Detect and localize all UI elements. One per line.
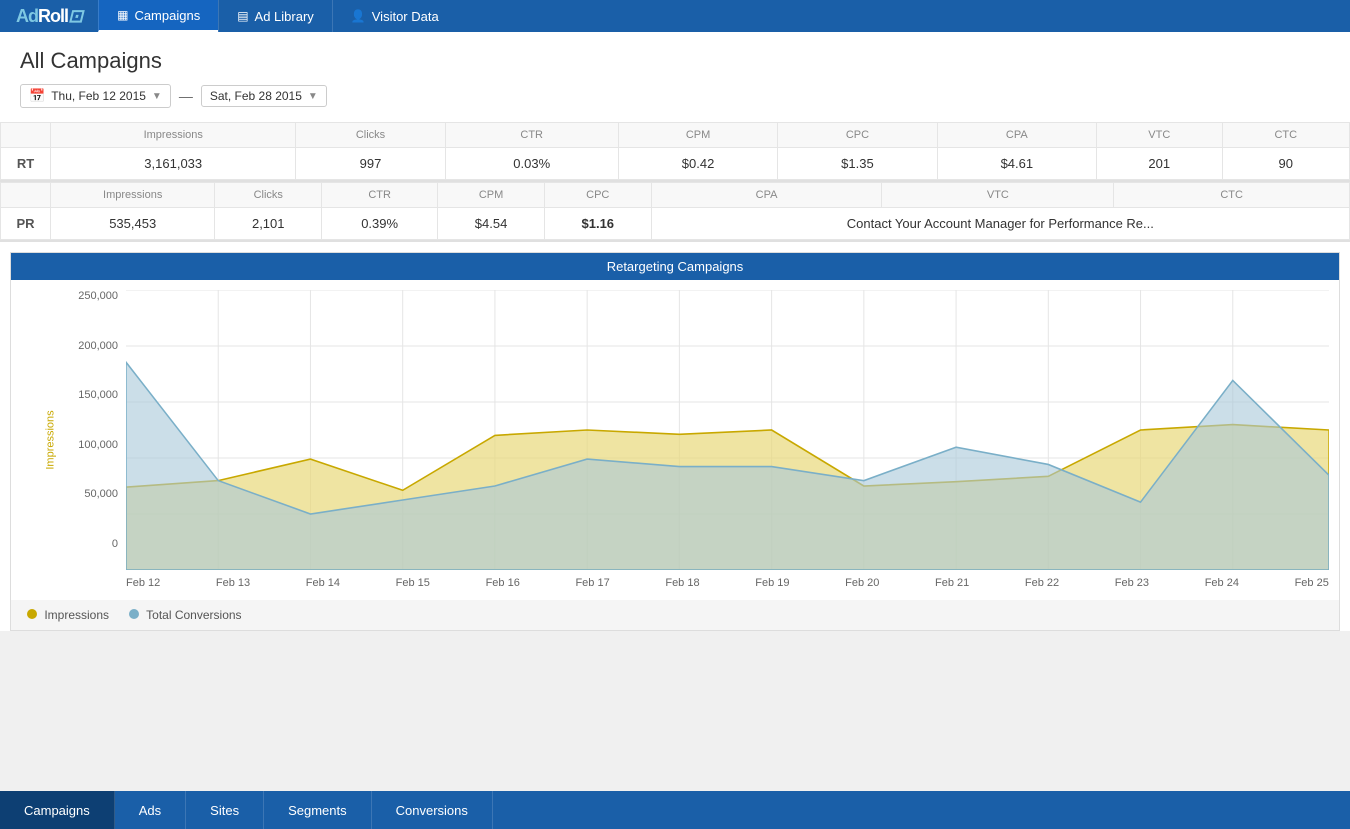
impressions-legend-dot	[27, 609, 37, 619]
rt-vtc: 201	[1097, 148, 1222, 180]
th-ctc-rt: CTC	[1222, 123, 1350, 148]
th-ctr-pr: CTR	[322, 183, 438, 208]
rt-data-row: RT 3,161,033 997 0.03% $0.42 $1.35 $4.61…	[1, 148, 1350, 180]
chart-legend: Impressions Total Conversions	[11, 600, 1339, 630]
logo: AdRoll⊡	[0, 0, 98, 32]
pr-label: PR	[1, 208, 51, 240]
pr-table: Impressions Clicks CTR CPM CPC CPA VTC C…	[0, 182, 1350, 240]
th-cpm-pr: CPM	[438, 183, 545, 208]
rt-ctc: 90	[1222, 148, 1350, 180]
y-tick-50k: 50,000	[84, 488, 118, 500]
visitor-data-icon: 👤	[351, 9, 366, 23]
th-ctr-rt: CTR	[445, 123, 618, 148]
nav-visitor-data[interactable]: 👤 Visitor Data	[332, 0, 457, 32]
rt-impressions: 3,161,033	[51, 148, 296, 180]
rt-table-section: Impressions Clicks CTR CPM CPC CPA VTC C…	[0, 122, 1350, 182]
x-label-feb21: Feb 21	[935, 577, 969, 589]
x-label-feb14: Feb 14	[306, 577, 340, 589]
pr-cpm: $4.54	[438, 208, 545, 240]
y-tick-250k: 250,000	[78, 290, 118, 302]
th-empty-rt	[1, 123, 51, 148]
th-vtc-pr: VTC	[882, 183, 1114, 208]
th-cpa-rt: CPA	[937, 123, 1096, 148]
th-cpm-rt: CPM	[618, 123, 777, 148]
th-cpa-pr: CPA	[651, 183, 882, 208]
y-tick-100k: 100,000	[78, 439, 118, 451]
x-label-feb16: Feb 16	[486, 577, 520, 589]
th-vtc-rt: VTC	[1097, 123, 1222, 148]
bottom-tabs: Campaigns Ads Sites Segments Conversions	[0, 791, 1350, 829]
th-clicks-pr: Clicks	[215, 183, 322, 208]
dropdown-arrow: ▼	[152, 91, 162, 102]
bottom-tab-segments[interactable]: Segments	[264, 791, 372, 829]
date-end-picker[interactable]: Sat, Feb 28 2015 ▼	[201, 85, 327, 107]
ad-library-icon: ▤	[237, 9, 248, 23]
chart-x-labels: Feb 12 Feb 13 Feb 14 Feb 15 Feb 16 Feb 1…	[126, 573, 1329, 593]
x-label-feb20: Feb 20	[845, 577, 879, 589]
y-tick-0: 0	[112, 538, 118, 550]
calendar-icon: 📅	[29, 88, 45, 104]
chart-y-label: Impressions	[45, 410, 57, 469]
x-label-feb23: Feb 23	[1115, 577, 1149, 589]
th-clicks-rt: Clicks	[296, 123, 445, 148]
page-title: All Campaigns	[20, 48, 1330, 74]
y-tick-200k: 200,000	[78, 340, 118, 352]
x-label-feb17: Feb 17	[575, 577, 609, 589]
date-start-picker[interactable]: 📅 Thu, Feb 12 2015 ▼	[20, 84, 171, 108]
chart-area: Impressions 250,000 200,000 150,000 100,…	[11, 280, 1339, 600]
rt-cpa: $4.61	[937, 148, 1096, 180]
chart-section: Retargeting Campaigns Impressions 250,00…	[10, 252, 1340, 631]
rt-ctr: 0.03%	[445, 148, 618, 180]
rt-label: RT	[1, 148, 51, 180]
x-label-feb12: Feb 12	[126, 577, 160, 589]
rt-cpc: $1.35	[778, 148, 937, 180]
bottom-tab-campaigns[interactable]: Campaigns	[0, 791, 115, 829]
x-label-feb22: Feb 22	[1025, 577, 1059, 589]
x-label-feb25: Feb 25	[1295, 577, 1329, 589]
pr-table-section: Impressions Clicks CTR CPM CPC CPA VTC C…	[0, 182, 1350, 242]
th-impressions-pr: Impressions	[51, 183, 215, 208]
x-label-feb18: Feb 18	[665, 577, 699, 589]
top-navigation: AdRoll⊡ ▦ Campaigns ▤ Ad Library 👤 Visit…	[0, 0, 1350, 32]
y-tick-150k: 150,000	[78, 389, 118, 401]
conversions-legend-dot	[129, 609, 139, 619]
impressions-legend: Impressions	[27, 608, 109, 622]
rt-clicks: 997	[296, 148, 445, 180]
chart-svg	[126, 290, 1329, 570]
nav-ad-library[interactable]: ▤ Ad Library	[218, 0, 332, 32]
rt-table: Impressions Clicks CTR CPM CPC CPA VTC C…	[0, 122, 1350, 180]
bottom-tab-conversions[interactable]: Conversions	[372, 791, 493, 829]
x-label-feb15: Feb 15	[396, 577, 430, 589]
rt-cpm: $0.42	[618, 148, 777, 180]
date-range: 📅 Thu, Feb 12 2015 ▼ — Sat, Feb 28 2015 …	[20, 84, 1330, 108]
pr-data-row: PR 535,453 2,101 0.39% $4.54 $1.16 Conta…	[1, 208, 1350, 240]
x-label-feb19: Feb 19	[755, 577, 789, 589]
campaigns-icon: ▦	[117, 8, 128, 22]
th-cpc-rt: CPC	[778, 123, 937, 148]
page-header: All Campaigns 📅 Thu, Feb 12 2015 ▼ — Sat…	[0, 32, 1350, 122]
x-label-feb24: Feb 24	[1205, 577, 1239, 589]
th-ctc-pr: CTC	[1114, 183, 1350, 208]
bottom-tab-sites[interactable]: Sites	[186, 791, 264, 829]
th-cpc-pr: CPC	[544, 183, 651, 208]
th-impressions-rt: Impressions	[51, 123, 296, 148]
chart-title: Retargeting Campaigns	[11, 253, 1339, 280]
conversions-legend: Total Conversions	[129, 608, 242, 622]
pr-cpc: $1.16	[544, 208, 651, 240]
th-empty-pr	[1, 183, 51, 208]
pr-ctr: 0.39%	[322, 208, 438, 240]
nav-campaigns[interactable]: ▦ Campaigns	[98, 0, 218, 32]
dropdown-arrow-end: ▼	[308, 91, 318, 102]
x-label-feb13: Feb 13	[216, 577, 250, 589]
bottom-tab-ads[interactable]: Ads	[115, 791, 186, 829]
date-separator: —	[179, 88, 193, 104]
pr-contact-msg: Contact Your Account Manager for Perform…	[651, 208, 1349, 240]
pr-clicks: 2,101	[215, 208, 322, 240]
pr-impressions: 535,453	[51, 208, 215, 240]
